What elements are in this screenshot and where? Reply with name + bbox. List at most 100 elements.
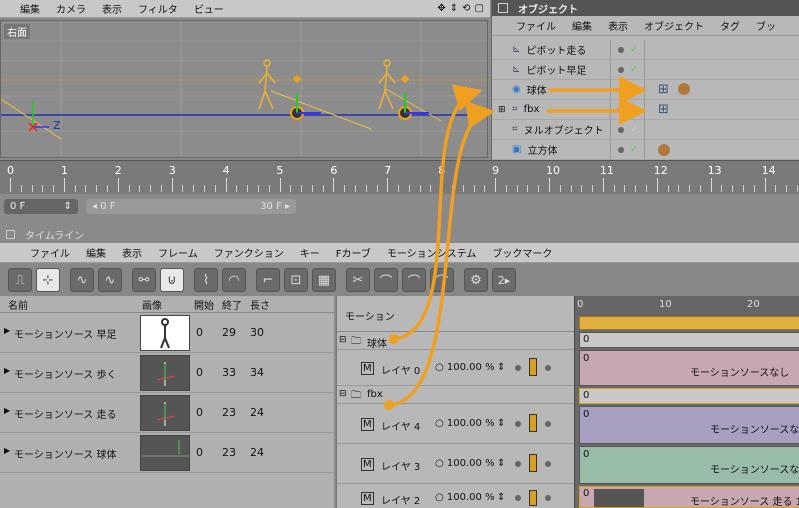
tl-menu-key[interactable]: キー <box>292 245 328 260</box>
om-menu-view[interactable]: 表示 <box>600 18 636 33</box>
track-ruler[interactable]: 0 10 20 <box>575 296 799 316</box>
om-menu-edit[interactable]: 編集 <box>564 18 600 33</box>
solo-dot[interactable] <box>515 365 521 371</box>
layer-count-icon[interactable]: 2▸ <box>492 268 516 292</box>
object-row[interactable]: ▣ 立方体 ✓ <box>492 140 799 160</box>
enabled-check-icon[interactable]: ✓ <box>630 104 638 115</box>
enabled-check-icon[interactable]: ✓ <box>630 84 638 95</box>
bake-icon[interactable]: ⚙ <box>464 268 488 292</box>
motion-clip[interactable]: 0 モーションソース 走る 1 <box>579 486 799 508</box>
film-strip-icon[interactable] <box>529 490 537 506</box>
tl-menu-view[interactable]: 表示 <box>114 245 150 260</box>
lock-dot[interactable] <box>545 421 551 427</box>
layer-strength[interactable]: ○ 100.00 % <box>435 492 495 503</box>
object-row[interactable]: ⊾ ピボット走る ✓ <box>492 40 799 60</box>
tl-menu-bookmark[interactable]: ブックマーク <box>484 245 560 260</box>
motion-track-area[interactable]: 0 10 20 0 0 モーションソースなし 0 0 モーションソースな 0 モ… <box>574 296 799 508</box>
film-strip-icon[interactable] <box>529 358 537 376</box>
enabled-check-icon[interactable]: ✓ <box>630 44 638 55</box>
tl-menu-frame[interactable]: フレーム <box>150 245 206 260</box>
stepper-icon[interactable]: ⇕ <box>497 492 505 503</box>
rotate-view-icon[interactable]: ⟲ <box>462 3 470 14</box>
om-menu-bookmark[interactable]: ブッ <box>748 18 784 33</box>
motion-clip[interactable]: 0 <box>579 388 799 404</box>
layer-group-row[interactable]: ⊟ 🗀 fbx <box>337 386 575 404</box>
visibility-dot[interactable] <box>618 106 624 113</box>
stepper-icon[interactable]: ⇕ <box>64 201 72 212</box>
layer-row[interactable]: M レイヤ 0 ○ 100.00 % ⇕ <box>337 350 575 386</box>
motion-clip[interactable]: 0 <box>579 332 799 348</box>
stepper-icon[interactable]: ⇕ <box>497 458 505 469</box>
motion-source-row[interactable]: ▶ モーションソース 歩く 0 33 34 <box>0 353 334 393</box>
current-frame-field[interactable]: 0 F ⇕ <box>4 198 78 214</box>
move-view-icon[interactable]: ✥ <box>437 3 445 14</box>
ruler-icon[interactable]: ▦ <box>312 268 336 292</box>
om-menu-tag[interactable]: タグ <box>712 18 748 33</box>
ease-out-icon[interactable]: ⌒ <box>402 268 426 292</box>
visibility-dot[interactable] <box>618 86 624 93</box>
expand-arrow-icon[interactable]: ▶ <box>4 406 10 415</box>
time-ruler[interactable]: 0 1 2 3 4 5 6 7 8 9 10 11 12 13 14 <box>0 160 799 194</box>
layer-row[interactable]: M レイヤ 4 ○ 100.00 % ⇕ <box>337 404 575 444</box>
collapse-icon[interactable]: ⊟ <box>339 389 347 399</box>
collapse-icon[interactable]: ⊟ <box>339 335 347 345</box>
tl-menu-file[interactable]: ファイル <box>0 245 78 260</box>
viewport-menu-view[interactable]: 表示 <box>94 1 130 16</box>
scissors-icon[interactable]: ✂ <box>346 268 370 292</box>
solo-dot[interactable] <box>515 421 521 427</box>
col-header-name[interactable]: 名前 <box>8 296 28 312</box>
keyframe-mode-icon[interactable]: ⎍ <box>8 268 32 292</box>
col-header-end[interactable]: 終了 <box>222 296 242 312</box>
film-icon[interactable]: ⊡ <box>284 268 308 292</box>
preview-range-slider[interactable]: ◂ 0 F 30 F ▸ <box>86 198 296 214</box>
link-icon[interactable]: ⚯ <box>132 268 156 292</box>
solo-dot[interactable] <box>515 495 521 501</box>
preview-range-bar[interactable] <box>579 316 799 330</box>
tl-menu-edit[interactable]: 編集 <box>78 245 114 260</box>
curve-mode-2-icon[interactable]: ∿ <box>98 268 122 292</box>
film-strip-icon[interactable] <box>529 454 537 472</box>
enabled-check-icon[interactable]: ✓ <box>630 124 638 135</box>
stepper-icon[interactable]: ⇕ <box>497 418 505 429</box>
col-header-image[interactable]: 画像 <box>142 296 162 312</box>
enabled-check-icon[interactable]: ✓ <box>630 144 638 155</box>
step-icon[interactable]: ⌐ <box>256 268 280 292</box>
panel-toggle-icon[interactable] <box>498 3 508 13</box>
motion-clip[interactable]: 0 モーションソースな <box>579 406 799 444</box>
motion-source-row[interactable]: ▶ モーションソース 早足 0 29 30 <box>0 313 334 353</box>
lock-dot[interactable] <box>545 461 551 467</box>
om-menu-object[interactable]: オブジェクト <box>636 18 712 33</box>
wave-icon[interactable]: ⌇ <box>194 268 218 292</box>
om-menu-file[interactable]: ファイル <box>492 18 564 33</box>
visibility-dot[interactable] <box>618 46 624 53</box>
tl-menu-motion-system[interactable]: モーションシステム <box>379 245 485 260</box>
expand-icon[interactable]: ⊞ <box>498 105 506 115</box>
stepper-icon[interactable]: ⇕ <box>497 362 505 373</box>
motion-clip[interactable]: 0 モーションソースなし <box>579 350 799 386</box>
col-header-start[interactable]: 開始 <box>194 296 214 312</box>
ease-both-icon[interactable]: ⌒ <box>430 268 454 292</box>
object-row[interactable]: ⊞ ⌗ fbx ✓ ⊞ <box>492 100 799 120</box>
object-row[interactable]: ⌗ ヌルオブジェクト ✓ <box>492 120 799 140</box>
panel-toggle-icon[interactable] <box>6 229 15 239</box>
motion-source-row[interactable]: ▶ モーションソース 走る 0 23 24 <box>0 393 334 433</box>
motion-tag-icon[interactable]: ⊞ <box>658 102 669 117</box>
motion-clip[interactable]: 0 モーションソースな <box>579 446 799 484</box>
ease-in-icon[interactable]: ⌒ <box>374 268 398 292</box>
select-tool-icon[interactable]: ⊹ <box>36 268 60 292</box>
object-row[interactable]: ◉ 球体 ✓ ⊞ <box>492 80 799 100</box>
arc-icon[interactable]: ◠ <box>222 268 246 292</box>
tl-menu-function[interactable]: ファンクション <box>206 245 292 260</box>
col-header-length[interactable]: 長さ <box>250 296 270 312</box>
solo-dot[interactable] <box>515 461 521 467</box>
toggle-view-icon[interactable]: ▢ <box>475 3 484 14</box>
tl-menu-fcurve[interactable]: Fカーブ <box>328 245 379 260</box>
expand-arrow-icon[interactable]: ▶ <box>4 326 10 335</box>
layer-row[interactable]: M レイヤ 3 ○ 100.00 % ⇕ <box>337 444 575 484</box>
viewport-menu-edit[interactable]: 編集 <box>0 1 48 16</box>
layer-group-row[interactable]: ⊟ 🗀 球体 <box>337 332 575 350</box>
layer-strength[interactable]: ○ 100.00 % <box>435 458 495 469</box>
visibility-dot[interactable] <box>618 126 624 133</box>
expand-arrow-icon[interactable]: ▶ <box>4 446 10 455</box>
layer-strength[interactable]: ○ 100.00 % <box>435 362 495 373</box>
